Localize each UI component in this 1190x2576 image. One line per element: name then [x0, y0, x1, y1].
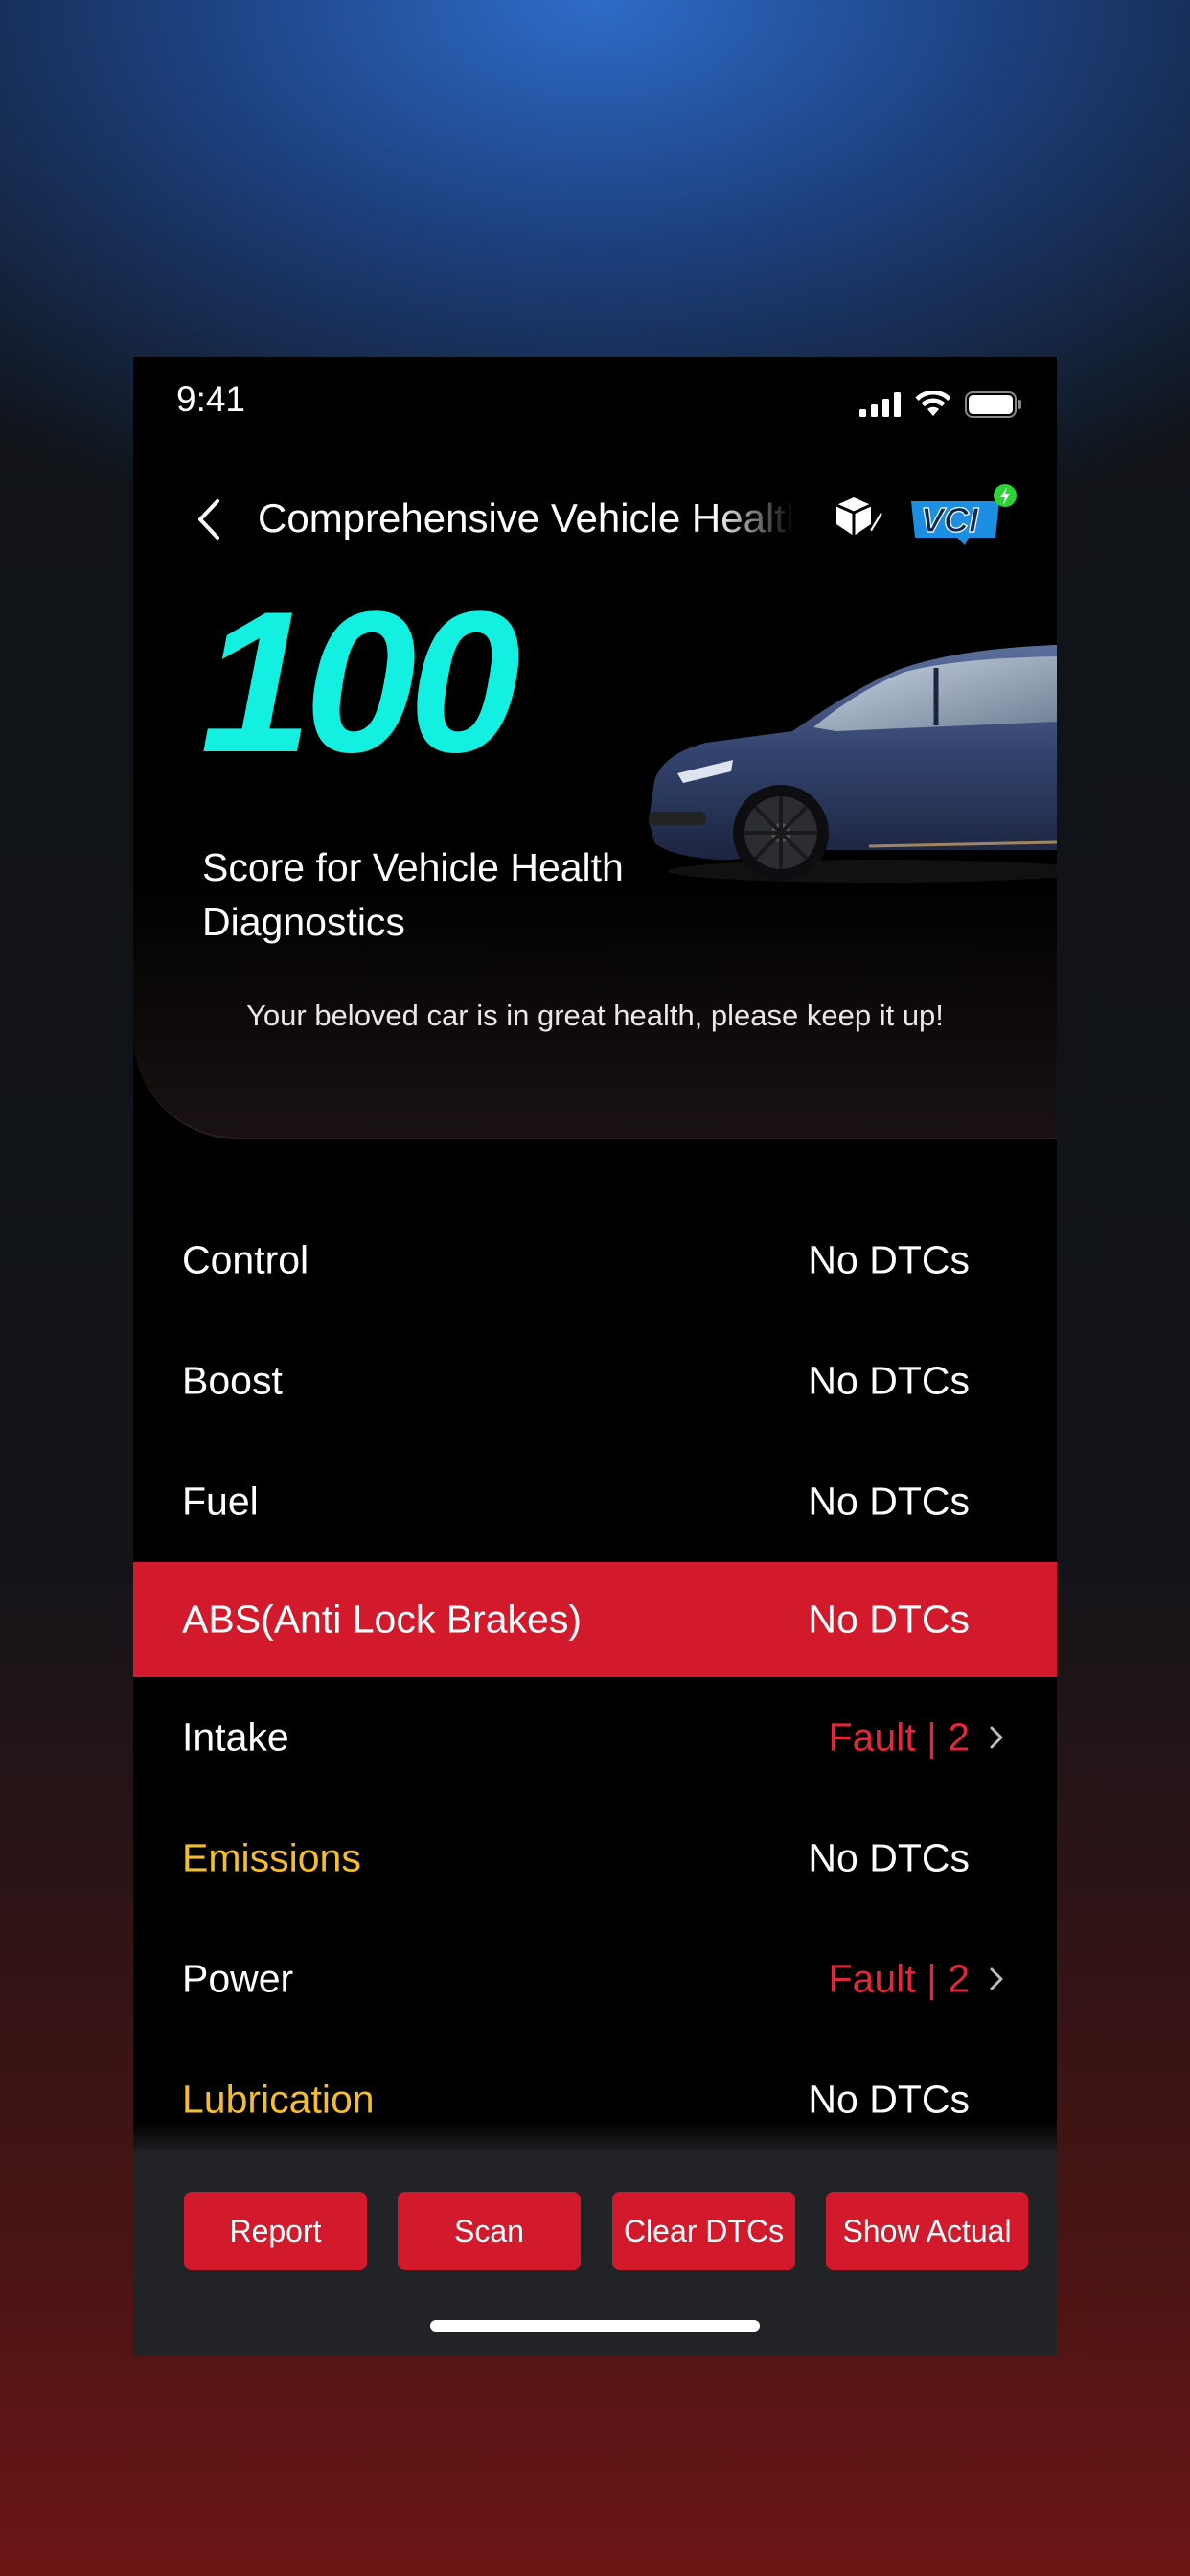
list-item-emissions[interactable]: Emissions No DTCs: [133, 1798, 1057, 1919]
list-item-fuel[interactable]: Fuel No DTCs: [133, 1441, 1057, 1562]
status-time: 9:41: [176, 380, 246, 419]
health-message: Your beloved car is in great health, ple…: [246, 999, 944, 1032]
chevron-right-icon: [990, 1967, 1003, 1990]
system-name: Control: [182, 1237, 309, 1282]
fault-status: Fault | 2: [828, 1714, 970, 1760]
system-name: Lubrication: [182, 2077, 375, 2122]
list-item-abs[interactable]: ABS(Anti Lock Brakes) No DTCs: [133, 1562, 1057, 1677]
system-name: ABS(Anti Lock Brakes): [182, 1597, 582, 1642]
system-status: No DTCs: [808, 1835, 970, 1880]
car-image: [649, 645, 1057, 883]
list-item-power[interactable]: Power Fault | 2: [133, 1919, 1057, 2039]
list-item-control[interactable]: Control No DTCs: [133, 1200, 1057, 1321]
status-icons: [859, 391, 1022, 418]
cube-pencil-icon[interactable]: [831, 492, 884, 545]
svg-text:VCI: VCI: [921, 500, 979, 540]
system-name: Boost: [182, 1358, 283, 1403]
chevron-left-icon[interactable]: [191, 495, 229, 543]
system-name: Emissions: [182, 1835, 361, 1880]
battery-icon: [965, 391, 1021, 418]
system-status: No DTCs: [808, 1237, 970, 1282]
clear-dtcs-button[interactable]: Clear DTCs: [612, 2192, 795, 2270]
status-bar: 9:41: [133, 356, 1057, 452]
show-actual-button[interactable]: Show Actual: [826, 2192, 1028, 2270]
wifi-icon: [915, 391, 951, 416]
home-indicator[interactable]: [430, 2320, 760, 2332]
action-bar: Report Scan Clear DTCs Show Actual: [133, 2151, 1057, 2355]
report-button[interactable]: Report: [184, 2192, 367, 2270]
chevron-right-icon: [990, 1726, 1003, 1749]
system-name: Intake: [182, 1714, 289, 1760]
system-name: Power: [182, 1956, 294, 2001]
vci-connection-icon[interactable]: VCI: [907, 482, 1022, 551]
fault-status: Fault | 2: [828, 1956, 970, 2001]
scan-button[interactable]: Scan: [398, 2192, 581, 2270]
system-status: No DTCs: [808, 1597, 970, 1642]
phone-screen: 9:41 Comprehensive Vehicle Healt VCI 100…: [133, 356, 1057, 2355]
system-status: No DTCs: [808, 1479, 970, 1524]
system-status: No DTCs: [808, 1358, 970, 1403]
list-item-intake[interactable]: Intake Fault | 2: [133, 1677, 1057, 1798]
system-status: No DTCs: [808, 2077, 970, 2122]
system-name: Fuel: [182, 1479, 259, 1524]
cellular-signal-icon: [859, 392, 901, 417]
system-list: Control No DTCs Boost No DTCs Fuel No DT…: [133, 1200, 1057, 2160]
page-title: Comprehensive Vehicle Health Diagnostics: [258, 495, 794, 540]
score-label: Score for Vehicle Health Diagnostics: [202, 845, 624, 944]
nav-bar: Comprehensive Vehicle Health Diagnostics…: [133, 476, 1057, 563]
health-score-card: 100 Score for Vehicle Health Diagnostics: [133, 563, 1057, 1139]
list-item-boost[interactable]: Boost No DTCs: [133, 1321, 1057, 1441]
health-score: 100: [200, 569, 520, 794]
